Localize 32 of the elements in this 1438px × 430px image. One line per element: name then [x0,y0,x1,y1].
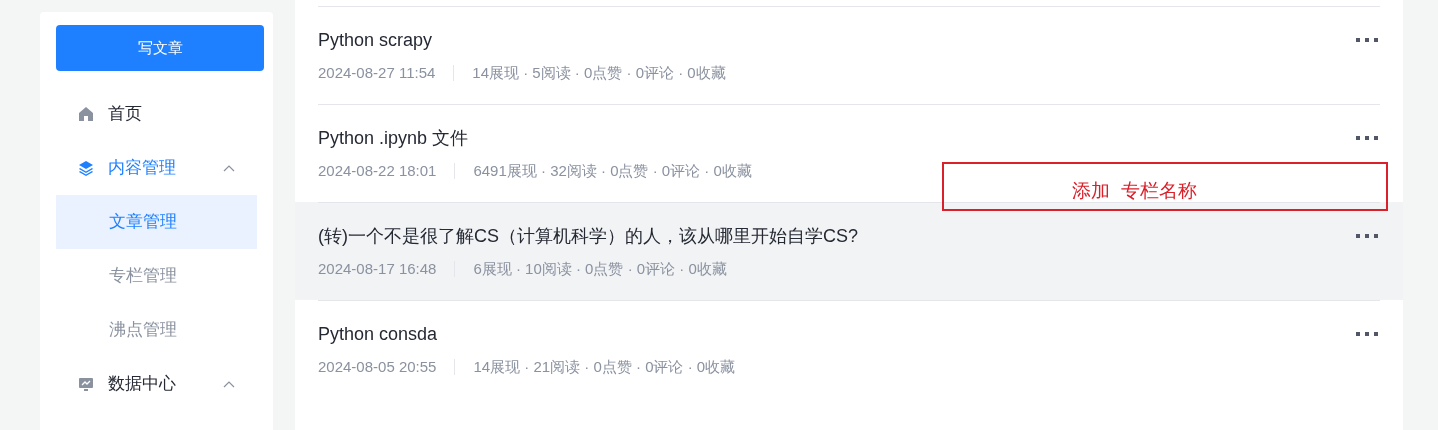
sidebar-item[interactable]: 首页 [56,87,257,141]
article-title[interactable]: Python .ipynb 文件 [318,126,1380,150]
article-stats: 6491展现 · 32阅读 · 0点赞 · 0评论 · 0收藏 [473,161,752,181]
sidebar-item-label: 数据中心 [108,373,176,396]
home-icon [78,106,94,122]
article-date: 2024-08-22 18:01 [318,161,437,181]
article-date: 2024-08-05 20:55 [318,357,437,377]
sidebar-item-label: 首页 [108,103,142,126]
sidebar-item[interactable]: 数据中心 [56,357,257,411]
monitor-icon [78,376,94,392]
article-stats: 14展现 · 5阅读 · 0点赞 · 0评论 · 0收藏 [472,63,726,83]
article-row[interactable]: Python consda 2024-08-05 20:55 14展现 · 21阅读 · 0点赞 · 0评论 · 0收藏 [295,300,1403,398]
article-date: 2024-08-27 11:54 [318,63,436,83]
more-icon[interactable] [1356,331,1378,337]
article-title[interactable]: Python consda [318,322,1380,346]
more-icon[interactable] [1356,233,1378,239]
article-row[interactable]: (转)一个不是很了解CS（计算机科学）的人，该从哪里开始自学CS? 2024-08-17 16:48 6展现 · 10阅读 · 0点赞 · 0评论 · 0收藏 [295,202,1403,300]
write-article-button[interactable]: 写文章 [56,25,264,71]
article-title[interactable]: Python scrapy [318,28,1380,52]
more-icon[interactable] [1356,37,1378,43]
sidebar-item-label: 内容管理 [108,157,176,180]
caret-icon[interactable] [223,164,235,172]
article-date: 2024-08-17 16:48 [318,259,437,279]
sidebar-item[interactable]: 内容管理 [56,141,257,195]
article-title[interactable]: (转)一个不是很了解CS（计算机科学）的人，该从哪里开始自学CS? [318,224,1380,248]
more-icon[interactable] [1356,135,1378,141]
article-stats: 14展现 · 21阅读 · 0点赞 · 0评论 · 0收藏 [473,357,736,377]
article-stats: 6展现 · 10阅读 · 0点赞 · 0评论 · 0收藏 [473,259,727,279]
caret-icon[interactable] [223,380,235,388]
annotation-text: 添加 专栏名称 [1072,180,1197,202]
article-row[interactable]: Python scrapy 2024-08-27 11:54 14展现 · 5阅读 · 0点赞 · 0评论 · 0收藏 [295,6,1403,104]
layers-icon [78,160,94,176]
